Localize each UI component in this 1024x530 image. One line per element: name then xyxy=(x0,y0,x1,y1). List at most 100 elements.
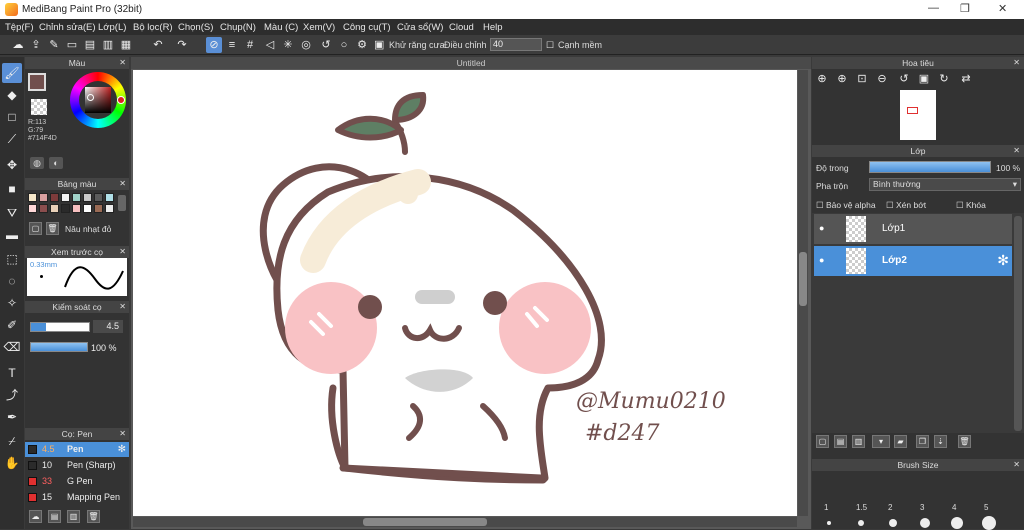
select-rect-tool-icon[interactable]: ⬚ xyxy=(2,249,22,269)
zoom-in-icon[interactable]: ⊕ xyxy=(814,71,830,87)
brush-opacity-slider[interactable] xyxy=(30,342,88,352)
palette-swatch[interactable] xyxy=(72,204,81,213)
text-tool-icon[interactable]: T xyxy=(2,363,22,383)
palette-swatch[interactable] xyxy=(83,193,92,202)
restore-icon[interactable]: ❐ xyxy=(960,2,970,15)
operation-tool-icon[interactable]: ⤴ xyxy=(2,385,22,405)
close-icon[interactable]: ✕ xyxy=(119,57,126,69)
snap-ellipse-icon[interactable]: ○ xyxy=(336,37,352,53)
layer-opacity-slider[interactable] xyxy=(869,161,991,173)
close-icon[interactable]: ✕ xyxy=(1013,459,1020,471)
menu-color[interactable]: Màu (C) xyxy=(264,22,298,33)
menu-filter[interactable]: Bộ lọc(R) xyxy=(133,22,173,33)
color-mode-icon[interactable]: ◍ xyxy=(30,157,44,169)
cloud-icon[interactable]: ☁ xyxy=(10,37,26,53)
hand-tool-icon[interactable]: ✋ xyxy=(2,453,22,473)
move-tool-icon[interactable]: ✥ xyxy=(2,155,22,175)
color-square-cursor[interactable] xyxy=(87,94,94,101)
palette-swatch[interactable] xyxy=(105,204,114,213)
eye-icon[interactable]: ● xyxy=(819,255,824,265)
palette-swatch[interactable] xyxy=(50,204,59,213)
palette-swatch[interactable] xyxy=(61,204,70,213)
adjust-input[interactable]: 40 xyxy=(490,38,542,51)
new-layer-icon[interactable]: ▢ xyxy=(816,435,829,448)
new-color-layer-icon[interactable]: ▤ xyxy=(834,435,847,448)
merge-layer-icon[interactable]: ⇣ xyxy=(934,435,947,448)
brush-size-cell[interactable]: 3 xyxy=(910,473,940,528)
gear-icon[interactable]: ✻ xyxy=(118,442,126,457)
transparent-color-swatch[interactable] xyxy=(31,99,47,115)
add-brush-icon[interactable]: ▤ xyxy=(48,510,61,523)
hue-cursor[interactable] xyxy=(117,96,125,104)
brush-item-pen[interactable]: 4.5 Pen ✻ xyxy=(25,442,129,457)
antialias-checkbox[interactable]: ▣ xyxy=(374,37,384,53)
layer-scrollbar[interactable] xyxy=(1014,216,1022,431)
select-pen-tool-icon[interactable]: ✐ xyxy=(2,315,22,335)
main-color-swatch[interactable] xyxy=(28,73,46,91)
palette-swatch[interactable] xyxy=(61,193,70,202)
duplicate-layer-icon[interactable]: ❐ xyxy=(916,435,929,448)
close-icon[interactable]: ✕ xyxy=(119,301,126,313)
fit-window-icon[interactable]: ⊡ xyxy=(854,71,870,87)
menu-view[interactable]: Xem(V) xyxy=(303,22,335,33)
close-icon[interactable]: ✕ xyxy=(119,428,126,440)
menu-tools[interactable]: Công cụ(T) xyxy=(343,22,391,33)
close-icon[interactable]: ✕ xyxy=(1013,145,1020,157)
new-halftone-layer-icon[interactable]: ▥ xyxy=(852,435,865,448)
page-icon[interactable]: ▥ xyxy=(100,37,116,53)
brush-size-cell[interactable]: 1 xyxy=(814,473,844,525)
palette-swatch[interactable] xyxy=(94,193,103,202)
upload-icon[interactable]: ⇪ xyxy=(28,37,44,53)
palette-scrollbar[interactable] xyxy=(118,195,126,211)
magic-wand-tool-icon[interactable]: ✧ xyxy=(2,293,22,313)
delete-layer-icon[interactable]: 🗑 xyxy=(958,435,971,448)
brush-size-slider[interactable] xyxy=(30,322,90,332)
cloud-brush-icon[interactable]: ☁ xyxy=(29,510,42,523)
protect-alpha-checkbox[interactable]: ☐ Bảo vệ alpha xyxy=(816,200,876,211)
palette-swatch[interactable] xyxy=(50,193,59,202)
bucket-tool-icon[interactable]: ⛛ xyxy=(2,203,22,223)
line-tool-icon[interactable]: ⟋ xyxy=(2,129,22,149)
undo-icon[interactable]: ↶ xyxy=(150,37,166,53)
lock-checkbox[interactable]: ☐ Khóa xyxy=(956,200,986,211)
menu-cloud[interactable]: Cloud xyxy=(449,22,474,33)
add-color-icon[interactable]: ▢ xyxy=(29,222,42,235)
brush-size-cell[interactable]: 2 xyxy=(878,473,908,527)
palette-swatch[interactable] xyxy=(83,204,92,213)
brush-size-cell[interactable]: 1.5 xyxy=(846,473,876,526)
document-tab[interactable]: Untitled xyxy=(131,57,811,69)
snap-circle-icon[interactable]: ◎ xyxy=(298,37,314,53)
close-icon[interactable]: ✕ xyxy=(998,2,1007,15)
canvas-vscroll-thumb[interactable] xyxy=(799,252,807,306)
menu-help[interactable]: Help xyxy=(483,22,503,33)
minimize-icon[interactable]: — xyxy=(928,2,939,14)
canvas-vscrollbar[interactable] xyxy=(798,70,808,516)
drawing-canvas[interactable]: @Mumu0210 #d247 xyxy=(133,70,797,516)
divide-tool-icon[interactable]: ✒ xyxy=(2,407,22,427)
grid-icon[interactable]: ▦ xyxy=(118,37,134,53)
settings-icon[interactable]: ⚙ xyxy=(354,37,370,53)
folder-icon[interactable]: ▰ xyxy=(894,435,907,448)
close-icon[interactable]: ✕ xyxy=(1013,57,1020,69)
comment-icon[interactable]: ✎ xyxy=(46,37,62,53)
palette-swatch[interactable] xyxy=(28,193,37,202)
clipping-checkbox[interactable]: ☐ Xén bớt xyxy=(886,200,926,211)
fill-shape-tool-icon[interactable]: ■ xyxy=(2,179,22,199)
brush-size-cell[interactable]: 4 xyxy=(942,473,972,529)
snap-perspective-icon[interactable]: ◁ xyxy=(262,37,278,53)
fullscreen-icon[interactable]: ▣ xyxy=(916,71,932,87)
rotate-left-icon[interactable]: ↺ xyxy=(896,71,912,87)
delete-color-icon[interactable]: 🗑 xyxy=(46,222,59,235)
gradient-tool-icon[interactable]: ▬ xyxy=(2,225,22,245)
menu-select[interactable]: Chọn(S) xyxy=(178,22,213,33)
snap-parallel-icon[interactable]: ≡ xyxy=(224,37,240,53)
layer-item-lop1[interactable]: ● Lớp1 xyxy=(814,214,1012,244)
close-icon[interactable]: ✕ xyxy=(119,246,126,258)
document-icon[interactable]: ▤ xyxy=(82,37,98,53)
layer-item-lop2[interactable]: ● Lớp2 ✻ xyxy=(814,246,1012,276)
snap-radial-icon[interactable]: ✳ xyxy=(280,37,296,53)
navigator-thumbnail[interactable] xyxy=(900,90,936,140)
menu-layer[interactable]: Lớp(L) xyxy=(98,22,126,33)
brush-tool-icon[interactable]: 🖌 xyxy=(2,63,22,83)
brush-size-cell[interactable]: 5 xyxy=(974,473,1004,530)
